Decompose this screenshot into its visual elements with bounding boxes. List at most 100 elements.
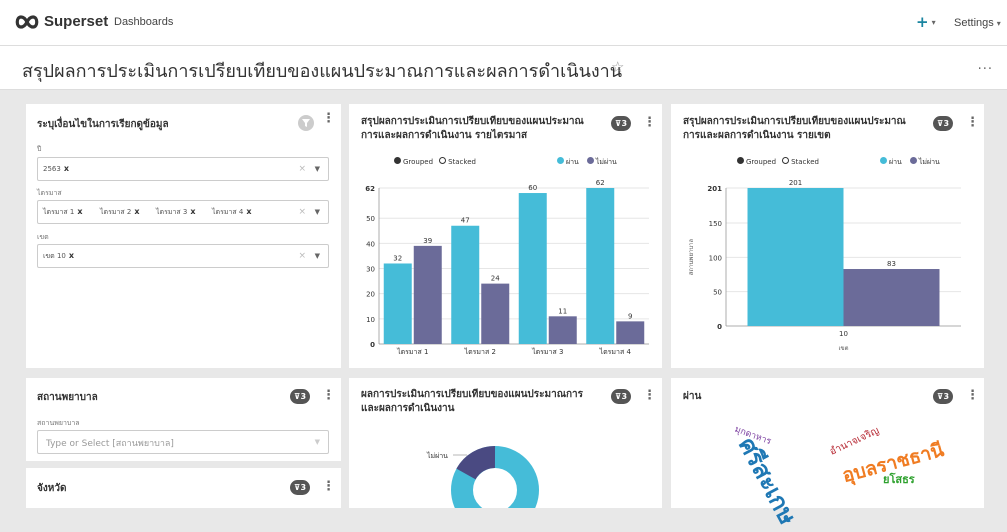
donut-chart [451,445,539,508]
bar-value-label: 24 [491,275,500,283]
wordcloud-card: ผ่าน ⊽ 3 ⋮ ศรีสะเกษ มุกดาหาร อำนาจเจริญ อ… [671,378,984,529]
x-tick-label: ไตรมาส 1 [396,347,428,356]
bar-pass [451,225,480,344]
x-tick-label: 10 [839,330,848,338]
tag-remove-icon[interactable]: x [246,207,251,216]
tag-remove-icon[interactable]: x [134,207,139,216]
tag-remove-icon[interactable]: x [64,164,69,173]
filter-card: ระบุเงื่อนไขในการเรียกดูข้อมูล ⋮ ปี 2563… [26,104,341,368]
x-axis-label: เขต [838,345,848,352]
bar-fail [413,245,442,344]
x-tick-label: ไตรมาส 2 [464,347,496,356]
zone-bar-chart: 0 50 100 150 201 201 83 10 เขต สถานพยาบาล [688,179,961,352]
y-axis-label: สถานพยาบาล [688,238,695,275]
zone-tag: เขต 10 x [43,251,75,260]
wordcloud-card-title: ผ่าน [683,391,702,402]
hospital-placeholder: Type or Select [สถานพยาบาล] [46,439,174,449]
y-tick-label: 0 [717,323,722,331]
year-tag: 2563 x [43,164,69,173]
y-tick-label: 100 [709,254,722,262]
card-menu-icon[interactable]: ⋮ [322,389,335,402]
brand-name: Superset [44,13,109,30]
card-menu-icon[interactable]: ⋮ [966,389,979,402]
quarter-bar-chart: 0 10 20 30 40 50 62 32 39 ไตรมาส 1 47 24 ไตรมาส 2 60 1… [365,179,649,356]
donut-slice-fail [456,445,496,480]
filter-count-badge[interactable]: ⊽ 3 [933,389,954,404]
zone-filter-label: เขต [37,233,49,241]
clear-icon[interactable]: × [298,251,306,261]
bar-value-label: 62 [596,179,605,187]
hospital-select[interactable]: Type or Select [สถานพยาบาล] ▼ [37,430,329,454]
tag-remove-icon[interactable]: x [190,207,195,216]
bar-fail [616,321,645,344]
page-title: สรุปผลการประเมินการเปรียบเทียบของแผนประม… [22,61,623,82]
superset-logo-icon [15,14,39,29]
add-menu-button[interactable]: + ▾ [916,13,936,31]
nav-dashboards-link[interactable]: Dashboards [114,16,173,28]
caret-down-icon: ▾ [996,18,1001,28]
bar-value-label: 9 [628,312,632,320]
zone-select[interactable]: เขต 10 x × ▼ [37,244,329,268]
y-tick-label: 150 [709,220,722,228]
dashboard-header: สรุปผลการประเมินการเปรียบเทียบของแผนประม… [0,46,1007,90]
donut-chart-card: ผลการประเมินการเปรียบเทียบของแผนประมาณกา… [349,378,662,508]
bar-pass [518,193,547,344]
clear-icon[interactable]: × [298,164,306,174]
bar-value-label: 39 [423,237,432,245]
bar-value-label: 11 [558,307,567,315]
settings-label: Settings [954,17,994,29]
caret-down-icon: ▾ [931,18,936,27]
y-tick-label: 50 [713,289,722,297]
filter-funnel-icon[interactable] [298,115,314,131]
filter-card-title: ระบุเงื่อนไขในการเรียกดูข้อมูล [37,119,169,130]
favorite-star-icon[interactable]: ☆ [611,58,624,76]
bar-pass [383,263,412,344]
chevron-down-icon[interactable]: ▼ [315,252,320,260]
bar-pass [586,188,615,344]
quarter-select[interactable]: ไตรมาส 1x ไตรมาส 2x ไตรมาส 3x ไตรมาส 4x … [37,200,329,224]
bar-value-label: 47 [461,217,470,225]
bar-fail [548,316,577,344]
year-select[interactable]: 2563 x × ▼ [37,157,329,181]
filter-count-badge[interactable]: ⊽ 3 [290,480,311,495]
y-tick-label: 20 [366,291,375,299]
bar-value-label: 32 [393,254,402,262]
card-menu-icon[interactable]: ⋮ [322,480,335,493]
hospital-field-label: สถานพยาบาล [37,419,80,427]
province-filter-card: จังหวัด ⊽ 3 ⋮ [26,468,341,508]
y-tick-label: 40 [366,240,375,248]
quarter-tag: ไตรมาส 2x [100,207,140,216]
word-yasothon: ยโสธร [883,473,915,486]
bar-value-label: 201 [789,179,802,187]
quarter-filter-label: ไตรมาส [37,189,62,197]
superset-logo[interactable]: Superset [14,13,108,30]
tag-remove-icon[interactable]: x [77,207,82,216]
bar-pass [747,188,844,326]
province-card-title: จังหวัด [37,483,67,494]
tag-remove-icon[interactable]: x [69,251,74,260]
bar-value-label: 83 [887,260,896,268]
y-tick-label: 62 [365,185,375,193]
bar-fail [481,283,510,344]
zone-chart-card: สรุปผลการประเมินการเปรียบเทียบของแผนประม… [671,104,984,368]
card-menu-icon[interactable]: ⋮ [322,112,335,125]
quarter-tag: ไตรมาส 1x [43,207,83,216]
y-tick-label: 201 [707,185,722,193]
settings-menu[interactable]: Settings ▾ [954,17,1001,29]
chevron-down-icon[interactable]: ▼ [315,438,320,446]
x-tick-label: ไตรมาส 3 [531,347,563,356]
hospital-card-title: สถานพยาบาล [37,392,98,403]
chevron-down-icon[interactable]: ▼ [315,208,320,216]
clear-icon[interactable]: × [298,207,306,217]
quarter-tag: ไตรมาส 4x [212,207,252,216]
plus-icon: + [916,13,929,31]
bar-fail [843,269,940,326]
chevron-down-icon[interactable]: ▼ [315,165,320,173]
quarter-tag: ไตรมาส 3x [156,207,196,216]
filter-count-badge[interactable]: ⊽ 3 [290,389,311,404]
more-options-icon[interactable]: ... [978,58,993,73]
y-tick-label: 0 [370,341,375,349]
year-filter-label: ปี [37,145,42,153]
x-tick-label: ไตรมาส 4 [599,347,632,356]
quarter-chart-card: สรุปผลการประเมินการเปรียบเทียบของแผนประม… [349,104,662,368]
